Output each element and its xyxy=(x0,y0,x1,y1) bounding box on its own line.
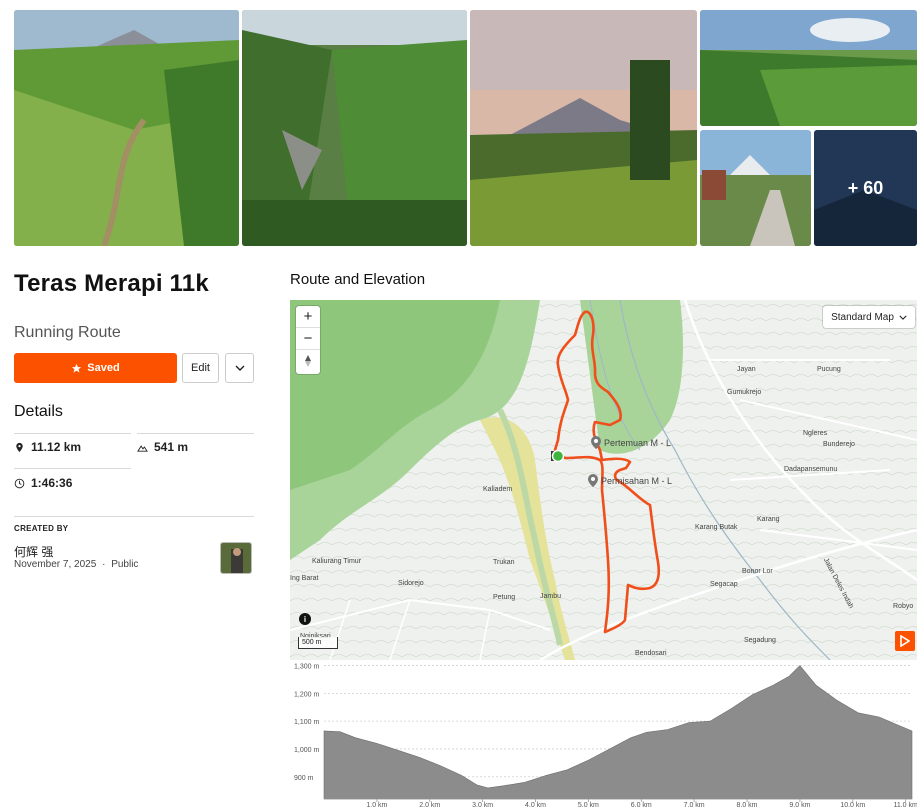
y-tick-label: 1,200 m xyxy=(294,691,319,698)
map-place-label: Segacap xyxy=(710,581,738,588)
x-tick-label: 4.0 km xyxy=(525,802,546,809)
photo-4[interactable] xyxy=(700,10,917,126)
elevation-icon xyxy=(137,444,148,452)
map-place-label: Jambu xyxy=(540,593,562,600)
divider xyxy=(14,468,131,469)
map-place-label: Kaliurang Timur xyxy=(312,558,362,565)
map-place-label: Dadapansemunu xyxy=(784,466,838,473)
map-place-label: Ngleres xyxy=(803,430,828,437)
x-tick-label: 2.0 km xyxy=(419,802,440,809)
map-place-label: Gumukrejo xyxy=(727,389,762,396)
map-place-label: Jayan xyxy=(737,366,756,373)
map-place-label: Ing Barat xyxy=(290,575,319,582)
location-pin-icon xyxy=(16,442,23,452)
chevron-down-icon xyxy=(235,365,244,371)
distance-value: 11.12 km xyxy=(31,440,82,454)
route-type: Running Route xyxy=(14,324,121,341)
poi-label: Pertemuan M - L xyxy=(604,437,672,448)
map-place-label: Karang Butak xyxy=(695,524,738,531)
info-icon[interactable]: i xyxy=(299,613,311,625)
play-icon xyxy=(900,635,910,647)
map-poi-marker[interactable]: Pertemuan M - L xyxy=(591,436,671,449)
divider xyxy=(14,516,254,517)
compass-icon xyxy=(305,355,311,367)
elevation-value: 541 m xyxy=(154,440,189,454)
elevation-area xyxy=(323,665,913,800)
map-place-label: Sidorejo xyxy=(398,580,424,587)
zoom-out-button[interactable]: − xyxy=(296,328,320,350)
map-scale: 500 m xyxy=(298,637,338,649)
play-flyover-button[interactable] xyxy=(895,631,915,651)
route-title: Teras Merapi 11k xyxy=(14,270,209,297)
map-pin-icon xyxy=(591,436,601,449)
chevron-down-icon xyxy=(899,315,907,320)
map-place-label: Kaliadem xyxy=(483,486,513,493)
time-stat: 1:46:36 xyxy=(14,476,72,490)
meta-separator: · xyxy=(102,559,106,570)
map-place-label: Bendosari xyxy=(635,650,667,657)
photo-6-more[interactable]: + 60 xyxy=(814,130,917,246)
author-name[interactable]: 何辉 强 xyxy=(14,543,53,560)
map-style-label: Standard Map xyxy=(831,311,894,323)
x-tick-label: 3.0 km xyxy=(472,802,493,809)
map-place-label: Trukan xyxy=(493,559,515,566)
zoom-controls: + − xyxy=(296,306,320,374)
photo-5[interactable] xyxy=(700,130,811,246)
distance-stat: 11.12 km xyxy=(14,440,81,454)
created-date: November 7, 2025 xyxy=(14,559,97,570)
elevation-stat: 541 m xyxy=(137,440,188,454)
x-tick-label: 5.0 km xyxy=(578,802,599,809)
map-style-selector[interactable]: Standard Map xyxy=(823,306,915,328)
edit-button[interactable]: Edit xyxy=(182,353,219,383)
map-place-label: Pucung xyxy=(817,366,841,373)
zoom-in-button[interactable]: + xyxy=(296,306,320,328)
more-options-button[interactable] xyxy=(225,353,254,383)
photo-3[interactable] xyxy=(470,10,697,246)
x-tick-label: 10.0 km xyxy=(840,802,865,809)
y-tick-label: 1,300 m xyxy=(294,664,319,671)
star-icon xyxy=(72,363,82,373)
more-photos-count: + 60 xyxy=(814,130,917,246)
y-tick-label: 1,000 m xyxy=(294,747,319,754)
x-tick-label: 8.0 km xyxy=(737,802,758,809)
divider xyxy=(137,433,254,434)
author-avatar[interactable] xyxy=(220,542,252,574)
map-place-label: Petung xyxy=(493,594,516,601)
time-value: 1:46:36 xyxy=(31,476,73,490)
map-pin-icon xyxy=(588,474,598,487)
map-place-label: Segadung xyxy=(744,637,776,644)
saved-button[interactable]: Saved xyxy=(14,353,177,383)
map-heading: Route and Elevation xyxy=(290,271,426,288)
y-tick-label: 900 m xyxy=(294,775,314,782)
photo-2[interactable] xyxy=(242,10,467,246)
x-tick-label: 6.0 km xyxy=(631,802,652,809)
route-meta: November 7, 2025 · Public xyxy=(14,559,138,570)
map-place-label: Karang xyxy=(757,516,780,523)
poi-label: Permisahan M - L xyxy=(601,475,673,486)
x-tick-label: 9.0 km xyxy=(789,802,810,809)
photo-gallery: + 60 xyxy=(14,10,917,246)
x-tick-label: 7.0 km xyxy=(684,802,705,809)
clock-icon xyxy=(14,478,25,488)
created-by-label: CREATED BY xyxy=(14,524,69,533)
x-tick-label: 1.0 km xyxy=(366,802,387,809)
details-heading: Details xyxy=(14,403,63,420)
y-tick-label: 1,100 m xyxy=(294,719,319,726)
visibility: Public xyxy=(111,559,139,570)
route-map[interactable]: + − Standard Map Jayan Pucung Gumukrejo Ngl… xyxy=(290,300,917,660)
photo-1[interactable] xyxy=(14,10,239,246)
map-place-label: Robyo xyxy=(893,603,914,610)
map-place-label: Bunderejo xyxy=(823,441,855,448)
map-place-label: Bonor Lor xyxy=(742,568,773,575)
divider xyxy=(14,433,131,434)
compass-button[interactable] xyxy=(296,350,320,372)
map-poi-marker[interactable]: Permisahan M - L xyxy=(588,474,672,487)
saved-label: Saved xyxy=(87,362,120,374)
elevation-chart[interactable]: 1,300 m 1,200 m 1,100 m 1,000 m 900 m 1.0 km 2… xyxy=(290,660,917,809)
x-tick-label: 11.0 km xyxy=(893,802,917,809)
